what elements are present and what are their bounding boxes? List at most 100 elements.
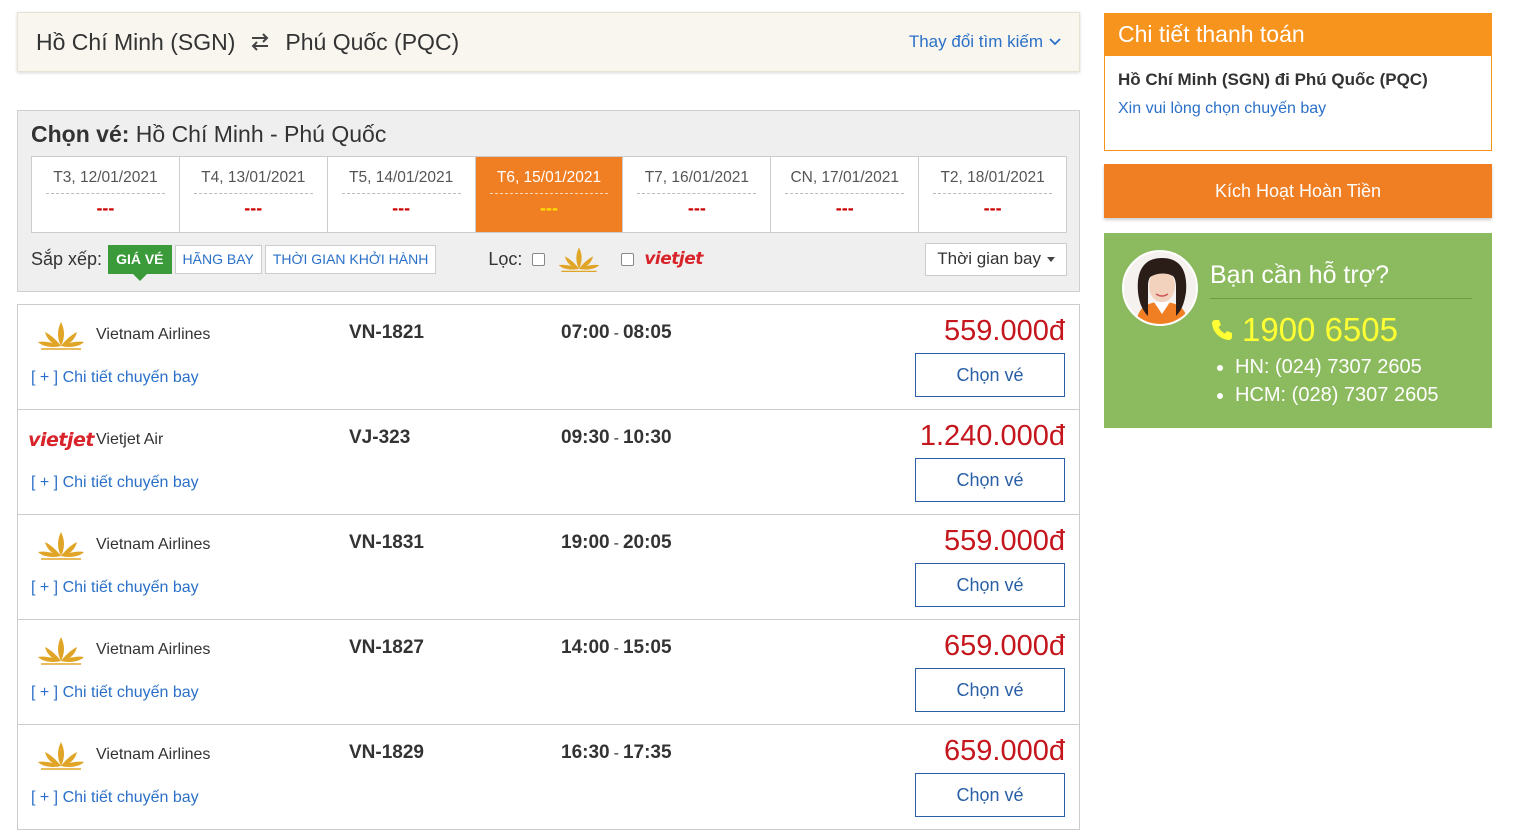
support-agent-avatar <box>1122 250 1198 326</box>
support-phone-hcm: HCM: (028) 7307 2605 <box>1235 384 1438 407</box>
choose-ticket-button[interactable]: Chọn vé <box>915 668 1065 712</box>
support-title: Bạn cần hỗ trợ? <box>1210 261 1472 299</box>
flight-time-select-value: Thời gian bay <box>937 249 1041 268</box>
date-tab-label: T3, 12/01/2021 <box>46 169 165 194</box>
support-phone-list: HN: (024) 7307 2605 HCM: (028) 7307 2605 <box>1235 356 1438 412</box>
flight-details-link[interactable]: [ + ] Chi tiết chuyến bay <box>31 684 199 702</box>
airline-logo <box>35 632 87 668</box>
airline-logo <box>35 317 87 353</box>
flight-time-select[interactable]: Thời gian bay <box>925 242 1067 276</box>
flight-details-link[interactable]: [ + ] Chi tiết chuyến bay <box>31 369 199 387</box>
time-separator: - <box>613 745 619 762</box>
origin-label: Hồ Chí Minh (SGN) <box>36 28 236 55</box>
date-tab[interactable]: T2, 18/01/2021 --- <box>919 157 1066 232</box>
flight-details-link[interactable]: [ + ] Chi tiết chuyến bay <box>31 474 199 492</box>
departure-time: 07:00 <box>561 322 610 343</box>
flight-price: 659.000đ <box>944 630 1065 662</box>
sort-by-airline-button[interactable]: HÃNG BAY <box>174 244 262 274</box>
date-tab-label: T4, 13/01/2021 <box>193 169 313 194</box>
support-box: Bạn cần hỗ trợ? 1900 6505 HN: (024) 7307… <box>1104 233 1492 428</box>
vietjet-logo: vietjet <box>644 249 703 269</box>
time-separator: - <box>613 325 619 342</box>
date-tab[interactable]: T4, 13/01/2021 --- <box>180 157 328 232</box>
date-tab-price: --- <box>96 198 115 218</box>
flight-row: Vietnam Airlines [ + ] Chi tiết chuyến ba… <box>18 305 1079 410</box>
airline-logo <box>35 527 87 563</box>
date-tab[interactable]: T7, 16/01/2021 --- <box>623 157 772 232</box>
flight-price: 559.000đ <box>944 525 1065 557</box>
date-tab-price: --- <box>835 198 854 218</box>
hotline-number: 1900 6505 <box>1242 311 1398 348</box>
choose-ticket-button[interactable]: Chọn vé <box>915 563 1065 607</box>
arrival-time: 08:05 <box>622 322 672 343</box>
departure-time: 16:30 <box>561 742 610 763</box>
flight-code: VN-1829 <box>349 742 424 763</box>
flight-code: VJ-323 <box>349 427 411 448</box>
flight-time: 07:00-08:05 <box>561 322 672 344</box>
date-tab-label: T2, 18/01/2021 <box>933 169 1053 194</box>
payment-route: Hồ Chí Minh (SGN) đi Phú Quốc (PQC) <box>1118 70 1428 89</box>
date-tab-price: --- <box>392 198 411 218</box>
vietnam-airlines-lotus-icon <box>35 633 87 667</box>
filter-vietjet-checkbox[interactable] <box>621 252 635 266</box>
search-summary-bar: Hồ Chí Minh (SGN) Phú Quốc (PQC) Thay đổ… <box>17 12 1080 72</box>
date-tab[interactable]: T3, 12/01/2021 --- <box>32 157 180 232</box>
airline-name: Vietnam Airlines <box>96 641 211 658</box>
change-search-link[interactable]: Thay đổi tìm kiếm <box>909 32 1061 52</box>
date-tab-label: T7, 16/01/2021 <box>637 169 757 194</box>
airline-name: Vietnam Airlines <box>96 536 211 553</box>
airline-name: Vietnam Airlines <box>96 746 211 763</box>
date-tab[interactable]: T5, 14/01/2021 --- <box>328 157 476 232</box>
flight-details-link[interactable]: [ + ] Chi tiết chuyến bay <box>31 789 199 807</box>
activate-refund-button[interactable]: Kích Hoạt Hoàn Tiền <box>1104 164 1492 218</box>
phone-icon <box>1212 320 1232 340</box>
support-hotline[interactable]: 1900 6505 <box>1210 311 1398 349</box>
payment-details-title: Chi tiết thanh toán <box>1105 14 1491 56</box>
date-tab-label: T6, 15/01/2021 <box>489 169 609 194</box>
date-selector: T3, 12/01/2021 --- T4, 13/01/2021 --- T5… <box>31 156 1067 233</box>
departure-time: 14:00 <box>561 637 610 658</box>
choose-ticket-title: Chọn vé: Hồ Chí Minh - Phú Quốc <box>31 121 386 148</box>
flight-price: 559.000đ <box>944 315 1065 347</box>
route-summary: Hồ Chí Minh (SGN) Phú Quốc (PQC) <box>36 29 459 56</box>
flight-row: Vietnam Airlines [ + ] Chi tiết chuyến ba… <box>18 725 1079 830</box>
airline-name: Vietjet Air <box>96 431 164 448</box>
flight-time: 16:30-17:35 <box>561 742 672 764</box>
date-tab-price: --- <box>244 198 263 218</box>
flight-code: VN-1831 <box>349 532 424 553</box>
departure-time: 09:30 <box>561 427 610 448</box>
filter-label: Lọc: <box>488 248 523 269</box>
arrival-time: 15:05 <box>622 637 672 658</box>
sort-label: Sắp xếp: <box>31 248 103 269</box>
date-tab-label: T5, 14/01/2021 <box>341 169 461 194</box>
chevron-down-icon <box>1049 38 1061 46</box>
time-separator: - <box>613 430 619 447</box>
choose-ticket-button[interactable]: Chọn vé <box>915 458 1065 502</box>
arrival-time: 20:05 <box>622 532 672 553</box>
airline-logo <box>35 737 87 773</box>
flight-row: Vietnam Airlines [ + ] Chi tiết chuyến ba… <box>18 620 1079 725</box>
payment-details-box: Chi tiết thanh toán Hồ Chí Minh (SGN) đi… <box>1104 13 1492 151</box>
arrival-time: 10:30 <box>622 427 672 448</box>
change-search-label: Thay đổi tìm kiếm <box>908 32 1043 51</box>
support-phone-hn: HN: (024) 7307 2605 <box>1235 356 1438 379</box>
date-tab-price: --- <box>540 198 558 218</box>
airline-logo: vietjet <box>28 422 94 458</box>
destination-label: Phú Quốc (PQC) <box>285 28 460 55</box>
vietnam-airlines-lotus-icon <box>35 738 87 772</box>
time-separator: - <box>613 535 619 552</box>
choose-ticket-button[interactable]: Chọn vé <box>915 353 1065 397</box>
date-tab-price: --- <box>687 198 706 218</box>
flight-time: 09:30-10:30 <box>561 427 672 449</box>
caret-down-icon <box>1047 256 1055 262</box>
filter-vietnam-airlines-checkbox[interactable] <box>532 252 546 266</box>
sort-by-price-button[interactable]: GIÁ VÉ <box>108 244 172 281</box>
flight-code: VN-1821 <box>349 322 424 343</box>
date-tab-label: CN, 17/01/2021 <box>785 169 905 194</box>
date-tab[interactable]: CN, 17/01/2021 --- <box>771 157 920 232</box>
choose-ticket-button[interactable]: Chọn vé <box>915 773 1065 817</box>
date-tab-selected[interactable]: T6, 15/01/2021 --- <box>475 157 624 232</box>
sort-by-departure-time-button[interactable]: THỜI GIAN KHỞI HÀNH <box>264 244 437 274</box>
flight-details-link[interactable]: [ + ] Chi tiết chuyến bay <box>31 579 199 597</box>
time-separator: - <box>613 640 619 657</box>
